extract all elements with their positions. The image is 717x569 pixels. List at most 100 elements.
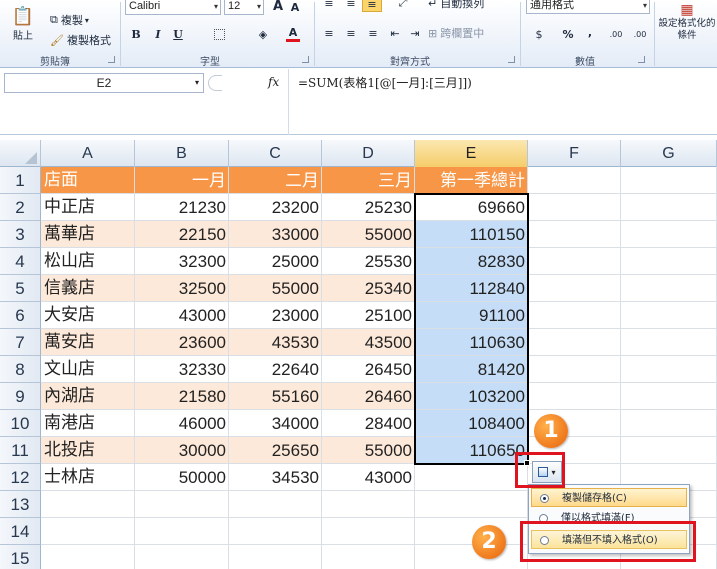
row-header-14[interactable]: 14 [0,518,41,545]
cell-g6[interactable] [621,302,717,329]
cell-c9[interactable]: 55160 [229,383,322,410]
italic-button[interactable]: I [150,26,166,42]
row-header-13[interactable]: 13 [0,491,41,518]
cell-a3[interactable]: 萬華店 [41,221,135,248]
shrink-font-button[interactable]: A [288,0,302,14]
cell-d12[interactable]: 43000 [322,464,415,491]
cell-a1[interactable]: 店面 [41,167,135,194]
column-header-e[interactable]: E [415,140,528,167]
autofill-option-1[interactable]: 複製儲存格(C) [531,488,687,507]
font-name-combo[interactable]: Calibri ▾ [125,0,221,15]
underline-button[interactable]: U [170,26,186,42]
merge-center-button[interactable]: ⊞ 跨欄置中 [428,25,484,41]
row-header-5[interactable]: 5 [0,275,41,302]
cell-b14[interactable] [135,518,229,545]
cell-b12[interactable]: 50000 [135,464,229,491]
row-header-9[interactable]: 9 [0,383,41,410]
cell-g2[interactable] [621,194,717,221]
cell-c8[interactable]: 22640 [229,356,322,383]
cell-e8[interactable]: 81420 [415,356,528,383]
font-dialog-launcher[interactable] [302,56,309,63]
cell-e2[interactable]: 69660 [415,194,528,221]
font-color-button[interactable]: A [282,25,304,43]
cell-g5[interactable] [621,275,717,302]
row-header-10[interactable]: 10 [0,410,41,437]
autofill-option-2[interactable]: 僅以格式填滿(F) [531,509,687,528]
row-header-3[interactable]: 3 [0,221,41,248]
column-header-d[interactable]: D [322,140,415,167]
cell-b5[interactable]: 32500 [135,275,229,302]
paste-button[interactable]: 📋 貼上 [4,0,42,48]
cell-d1[interactable]: 三月 [322,167,415,194]
cell-e10[interactable]: 108400 [415,410,528,437]
font-size-combo[interactable]: 12 ▾ [224,0,264,15]
bold-button[interactable]: B [128,26,144,42]
cell-a14[interactable] [41,518,135,545]
comma-button[interactable]: , [584,24,596,40]
cell-a15[interactable] [41,545,135,569]
cell-f2[interactable] [528,194,621,221]
cell-c2[interactable]: 23200 [229,194,322,221]
cell-d11[interactable]: 55000 [322,437,415,464]
cell-c3[interactable]: 33000 [229,221,322,248]
cell-e5[interactable]: 112840 [415,275,528,302]
cell-b3[interactable]: 22150 [135,221,229,248]
cell-g11[interactable] [621,437,717,464]
row-header-11[interactable]: 11 [0,437,41,464]
cell-d10[interactable]: 28400 [322,410,415,437]
formula-bar-splitter[interactable] [208,75,222,91]
cell-a7[interactable]: 萬安店 [41,329,135,356]
cell-d2[interactable]: 25230 [322,194,415,221]
align-center-button[interactable]: ≡ [342,25,360,41]
cell-b8[interactable]: 32330 [135,356,229,383]
cell-c4[interactable]: 25000 [229,248,322,275]
cell-d5[interactable]: 25340 [322,275,415,302]
cell-a4[interactable]: 松山店 [41,248,135,275]
cell-e1[interactable]: 第一季總計 [415,167,528,194]
cell-e12[interactable] [415,464,528,491]
grow-font-button[interactable]: A [270,0,286,14]
cell-e3[interactable]: 110150 [415,221,528,248]
increase-indent-button[interactable]: ⇥ [406,25,424,41]
row-header-4[interactable]: 4 [0,248,41,275]
row-header-6[interactable]: 6 [0,302,41,329]
cell-d14[interactable] [322,518,415,545]
cell-d8[interactable]: 26450 [322,356,415,383]
cell-a11[interactable]: 北投店 [41,437,135,464]
cell-a10[interactable]: 南港店 [41,410,135,437]
clipboard-dialog-launcher[interactable] [108,56,115,63]
cell-d15[interactable] [322,545,415,569]
cell-f5[interactable] [528,275,621,302]
column-header-a[interactable]: A [41,140,135,167]
formula-input[interactable]: =SUM(表格1[@[一月]:[三月]]) [298,74,472,91]
cell-d7[interactable]: 43500 [322,329,415,356]
row-header-2[interactable]: 2 [0,194,41,221]
cell-c5[interactable]: 55000 [229,275,322,302]
cell-a2[interactable]: 中正店 [41,194,135,221]
orientation-button[interactable]: ⤢ [392,0,414,10]
wrap-text-button[interactable]: ↵ 自動換列 [428,0,484,11]
cell-e13[interactable] [415,491,528,518]
decrease-indent-button[interactable]: ⇤ [386,25,404,41]
cell-d9[interactable]: 26460 [322,383,415,410]
percent-button[interactable]: % [560,26,576,42]
select-all-button[interactable] [0,140,41,167]
cell-c15[interactable] [229,545,322,569]
name-box[interactable]: E2 ▾ [4,73,204,93]
cell-f4[interactable] [528,248,621,275]
cell-f1[interactable] [528,167,621,194]
cell-e6[interactable]: 91100 [415,302,528,329]
cell-e4[interactable]: 82830 [415,248,528,275]
cell-b6[interactable]: 43000 [135,302,229,329]
cell-d6[interactable]: 25100 [322,302,415,329]
borders-button[interactable] [208,26,230,42]
align-right-button[interactable]: ≡ [364,25,382,41]
cell-b1[interactable]: 一月 [135,167,229,194]
column-header-c[interactable]: C [229,140,322,167]
align-top-button[interactable]: ≡ [320,0,338,10]
cell-a9[interactable]: 內湖店 [41,383,135,410]
cell-a6[interactable]: 大安店 [41,302,135,329]
cell-g3[interactable] [621,221,717,248]
cell-b10[interactable]: 46000 [135,410,229,437]
cell-a8[interactable]: 文山店 [41,356,135,383]
